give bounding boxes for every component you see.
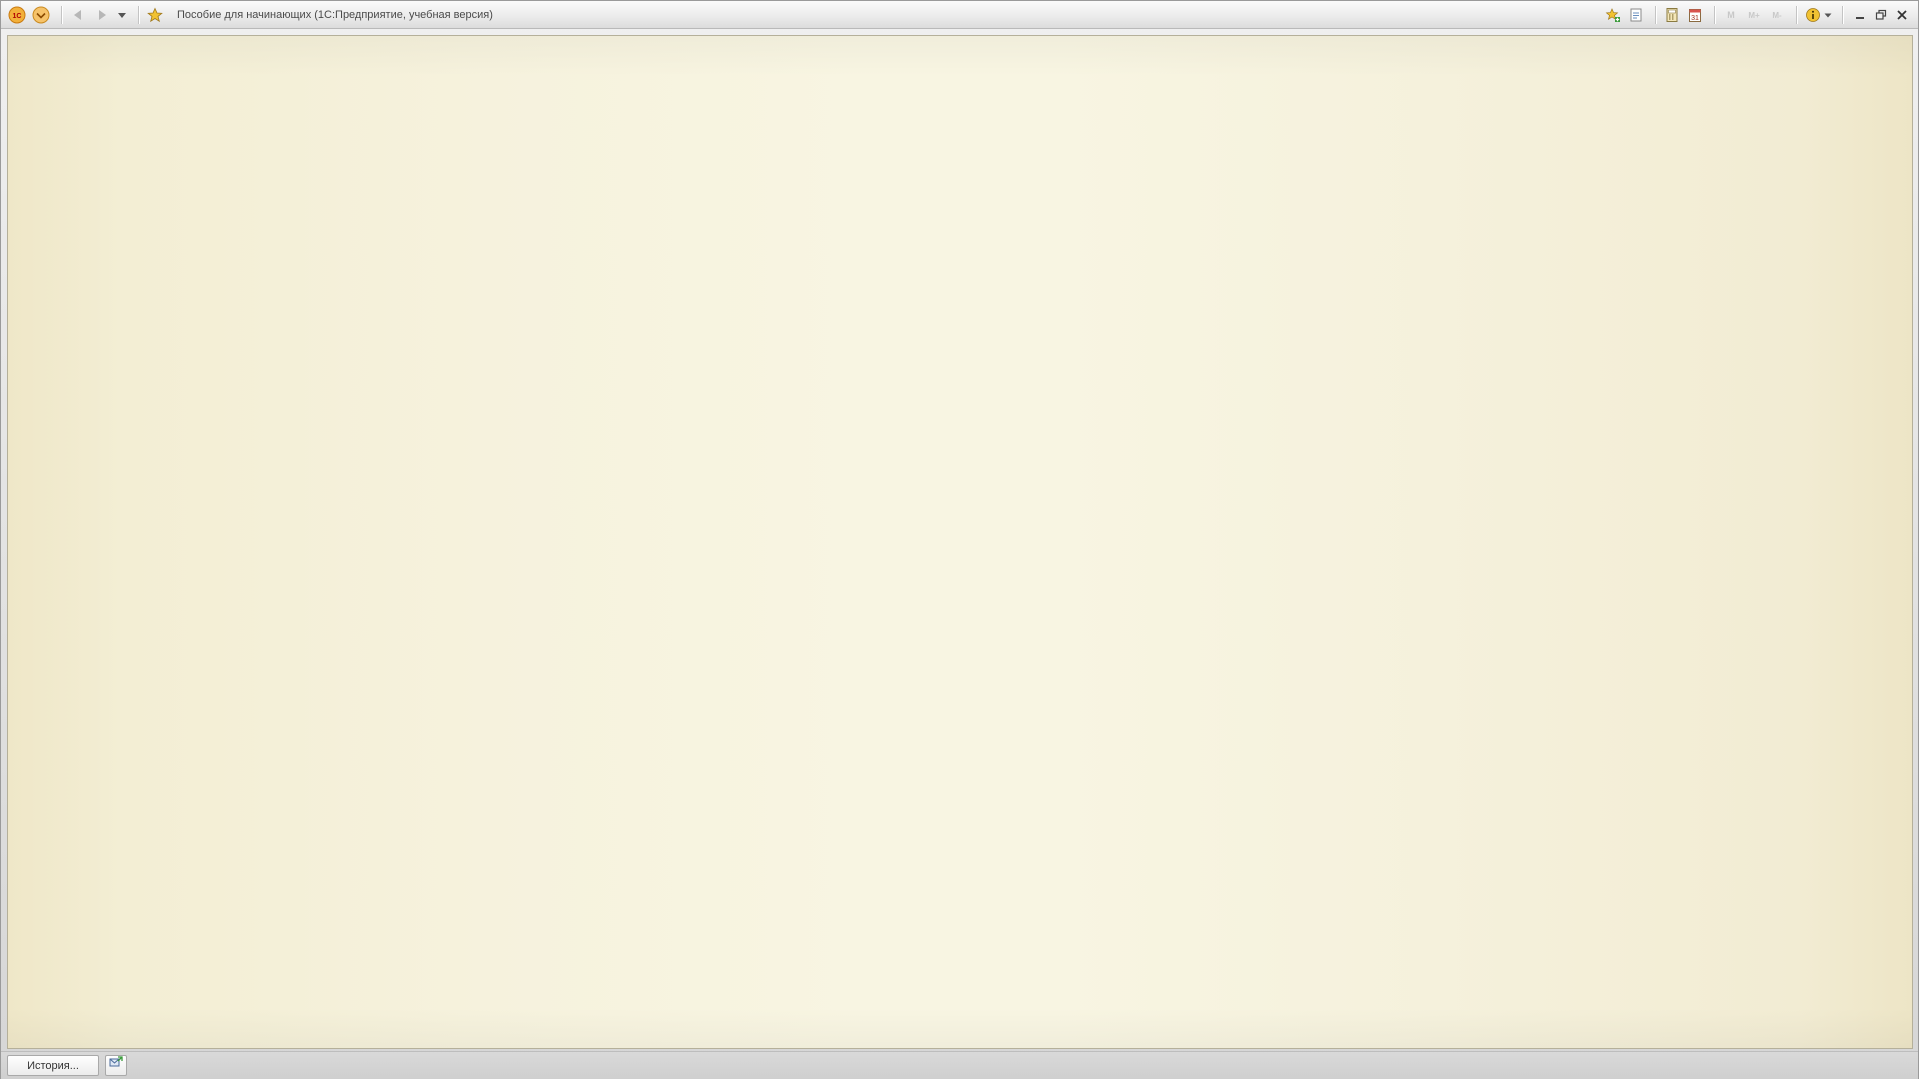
toolbar-separator — [1796, 5, 1797, 24]
add-to-favorites-icon[interactable] — [1603, 5, 1623, 25]
toolbar-separator — [1655, 5, 1656, 24]
back-arrow-icon[interactable] — [68, 5, 88, 25]
calculator-icon[interactable] — [1662, 5, 1682, 25]
app-window: 1C Пособие для начинающих (1С:Предприяти… — [0, 0, 1919, 1079]
1c-logo-icon[interactable]: 1C — [7, 5, 27, 25]
svg-text:M+: M+ — [1748, 11, 1760, 20]
work-area — [7, 35, 1913, 1049]
svg-text:M: M — [1727, 10, 1735, 20]
svg-text:M-: M- — [1772, 11, 1782, 20]
svg-text:1C: 1C — [13, 13, 22, 20]
messages-button[interactable] — [105, 1055, 127, 1076]
status-bar: История... — [1, 1051, 1918, 1079]
messages-icon — [109, 1056, 123, 1075]
minimize-icon[interactable] — [1850, 5, 1870, 25]
forward-arrow-icon[interactable] — [92, 5, 112, 25]
history-button[interactable]: История... — [7, 1055, 99, 1076]
m-plus-icon[interactable]: M+ — [1744, 5, 1764, 25]
toolbar-separator — [1714, 5, 1715, 24]
title-bar-right: 31 M M+ M- — [1603, 1, 1912, 28]
title-bar-left: 1C Пособие для начинающих (1С:Предприяти… — [1, 1, 493, 28]
calendar-icon[interactable]: 31 — [1685, 5, 1705, 25]
toolbar-separator — [1842, 5, 1843, 24]
history-dropdown-icon[interactable] — [116, 5, 128, 25]
favorites-star-icon[interactable] — [145, 5, 165, 25]
toolbar-separator — [138, 5, 139, 24]
main-menu-icon[interactable] — [31, 5, 51, 25]
info-dropdown-icon[interactable] — [1823, 5, 1833, 25]
restore-icon[interactable] — [1871, 5, 1891, 25]
title-bar: 1C Пособие для начинающих (1С:Предприяти… — [1, 1, 1918, 29]
toolbar-separator — [61, 5, 62, 24]
m-icon[interactable]: M — [1721, 5, 1741, 25]
copy-link-icon[interactable] — [1626, 5, 1646, 25]
m-minus-icon[interactable]: M- — [1767, 5, 1787, 25]
info-icon[interactable] — [1803, 5, 1823, 25]
svg-text:31: 31 — [1691, 15, 1699, 22]
close-icon[interactable] — [1892, 5, 1912, 25]
window-title: Пособие для начинающих (1С:Предприятие, … — [177, 8, 493, 21]
